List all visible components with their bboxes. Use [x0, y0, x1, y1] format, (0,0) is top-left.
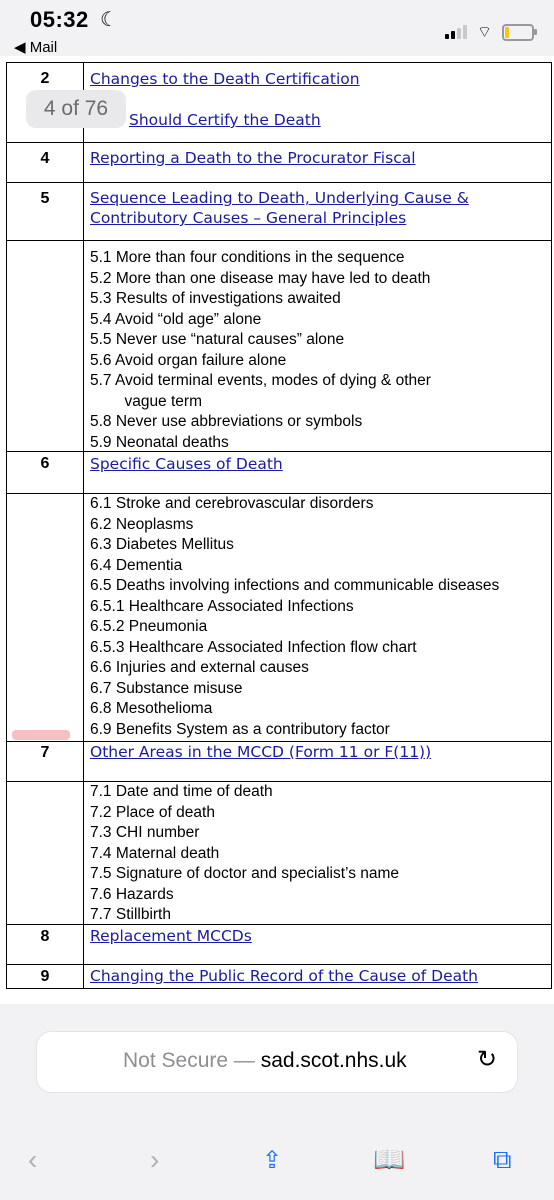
- subsection-item: 7.7 Stillbirth: [90, 906, 171, 923]
- wifi-icon: ⌔: [476, 24, 492, 41]
- subsection-item: 6.5.3 Healthcare Associated Infection fl…: [90, 638, 417, 656]
- subsection-item: 7.1 Date and time of death: [90, 783, 273, 800]
- subsection-item: 6.5.2 Pneumonia: [90, 618, 208, 635]
- row-divider: [7, 182, 551, 183]
- battery-icon: [502, 23, 537, 41]
- signal-icon: [444, 25, 467, 39]
- back-icon[interactable]: ‹: [28, 1144, 37, 1176]
- status-icons: ⌔: [444, 22, 537, 42]
- row-divider: [7, 62, 551, 63]
- share-icon[interactable]: ⇪: [262, 1146, 282, 1175]
- row-divider: [7, 924, 551, 925]
- not-secure-label: Not Secure —: [123, 1049, 255, 1072]
- section-number: 9: [40, 968, 50, 985]
- section-number: 5: [40, 190, 50, 207]
- section-number: 6: [40, 455, 50, 472]
- subsection-item: 6.5.1 Healthcare Associated Infections: [90, 597, 354, 615]
- row-divider: [7, 240, 551, 241]
- subsection-item: 7.3 CHI number: [90, 824, 200, 841]
- subsection-item: vague term: [90, 392, 202, 410]
- section-link-3[interactable]: Should Certify the Death: [129, 110, 321, 130]
- row-divider: [7, 781, 551, 782]
- clock: 05:32: [30, 7, 89, 32]
- section-number: 8: [40, 928, 50, 945]
- section-number: 7: [40, 744, 50, 761]
- subsection-item: 6.8 Mesothelioma: [90, 700, 213, 717]
- section-link-5-line2[interactable]: Contributory Causes – General Principles: [90, 208, 406, 228]
- subsection-item: 6.6 Injuries and external causes: [90, 659, 309, 676]
- subsection-item: 7.6 Hazards: [90, 885, 174, 903]
- reload-icon[interactable]: ↻: [477, 1045, 497, 1074]
- red-highlight-mark: [12, 730, 70, 740]
- status-bar: 05:32 ☾ ◀ Mail ⌔: [0, 0, 554, 56]
- subsection-item: 6.1 Stroke and cerebrovascular disorders: [90, 495, 374, 512]
- section-link-6[interactable]: Specific Causes of Death: [90, 454, 283, 474]
- subsection-item: 5.2 More than one disease may have led t…: [90, 269, 431, 287]
- address-bar[interactable]: Not Secure — sad.scot.nhs.uk ↻: [37, 1032, 517, 1092]
- subsection-item: 5.3 Results of investigations awaited: [90, 290, 341, 307]
- row-divider: [7, 451, 551, 452]
- subsection-item: 6.2 Neoplasms: [90, 515, 194, 533]
- subsection-item: 7.4 Maternal death: [90, 844, 220, 862]
- row-divider: [7, 964, 551, 965]
- column-divider: [83, 62, 84, 988]
- section-link-9[interactable]: Changing the Public Record of the Cause …: [90, 966, 478, 986]
- section-link-5[interactable]: Sequence Leading to Death, Underlying Ca…: [90, 188, 469, 208]
- subsection-item: 6.5 Deaths involving infections and comm…: [90, 577, 500, 594]
- domain-label: sad.scot.nhs.uk: [260, 1049, 407, 1072]
- contents-table: 2 Changes to the Death Certification Sho…: [6, 62, 552, 989]
- section-link-4[interactable]: Reporting a Death to the Procurator Fisc…: [90, 148, 416, 168]
- section-number: 2: [40, 70, 50, 87]
- bookmarks-icon[interactable]: 📖: [373, 1144, 405, 1175]
- page-indicator: 4 of 76: [26, 90, 126, 128]
- navigation-bar: ‹ › ⇪ 📖 ⧉: [0, 1144, 554, 1194]
- section-link-2[interactable]: Changes to the Death Certification: [90, 69, 360, 89]
- subsection-item: 6.7 Substance misuse: [90, 679, 243, 697]
- subsection-item: 6.4 Dementia: [90, 556, 183, 574]
- row-divider: [7, 142, 551, 143]
- subsection-item: 5.5 Never use “natural causes” alone: [90, 331, 345, 348]
- subsection-item: 5.1 More than four conditions in the seq…: [90, 249, 405, 266]
- subsection-item: 5.4 Avoid “old age” alone: [90, 310, 262, 328]
- pdf-page[interactable]: 2 Changes to the Death Certification Sho…: [0, 56, 554, 1004]
- subsection-item: 7.5 Signature of doctor and specialist’s…: [90, 865, 400, 882]
- section-link-8[interactable]: Replacement MCCDs: [90, 926, 252, 946]
- subsection-item: 6.9 Benefits System as a contributory fa…: [90, 720, 390, 738]
- subsection-item: 7.2 Place of death: [90, 803, 215, 821]
- section-number: 4: [40, 150, 50, 167]
- subsection-item: 6.3 Diabetes Mellitus: [90, 536, 234, 553]
- subsection-item: 5.6 Avoid organ failure alone: [90, 351, 287, 369]
- browser-toolbar: Not Secure — sad.scot.nhs.uk ↻ ‹ › ⇪ 📖 ⧉: [0, 1004, 554, 1200]
- section-link-7[interactable]: Other Areas in the MCCD (Form 11 or F(11…: [90, 742, 431, 762]
- moon-icon: ☾: [100, 9, 118, 31]
- url-text: Not Secure — sad.scot.nhs.uk: [123, 1049, 407, 1073]
- subsection-item: 5.8 Never use abbreviations or symbols: [90, 413, 363, 430]
- subsection-item: 5.7 Avoid terminal events, modes of dyin…: [90, 372, 431, 389]
- forward-icon[interactable]: ›: [150, 1144, 159, 1176]
- back-to-mail-button[interactable]: ◀ Mail: [14, 38, 57, 56]
- tabs-icon[interactable]: ⧉: [493, 1144, 512, 1176]
- subsection-item: 5.9 Neonatal deaths: [90, 433, 229, 451]
